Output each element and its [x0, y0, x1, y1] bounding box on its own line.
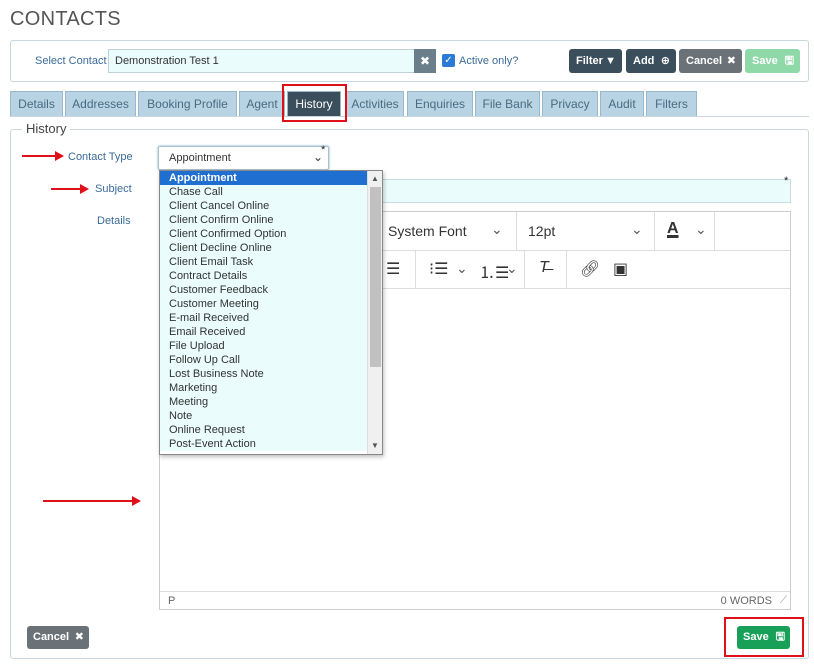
- dropdown-option[interactable]: Online Request: [160, 423, 368, 437]
- toolbar-divider: [516, 212, 517, 250]
- subject-label: Subject: [95, 183, 132, 195]
- tab-activities[interactable]: Activities: [346, 91, 404, 116]
- tab-booking-profile[interactable]: Booking Profile: [138, 91, 237, 116]
- link-icon[interactable]: 🔗︎: [580, 259, 600, 279]
- select-contact-label: Select Contact: [35, 55, 107, 67]
- dropdown-option[interactable]: File Upload: [160, 339, 368, 353]
- dropdown-option[interactable]: Client Email Task: [160, 255, 368, 269]
- chevron-down-icon: ⌄: [456, 260, 468, 276]
- close-icon: ✖: [74, 631, 84, 643]
- scroll-down-icon[interactable]: ▼: [371, 441, 379, 450]
- plus-circle-icon: ⊕: [660, 55, 670, 67]
- editor-statusbar: P 0 WORDS ⟋: [160, 591, 790, 609]
- toolbar-divider: [415, 251, 416, 289]
- dropdown-option-appointment[interactable]: Appointment: [160, 171, 368, 185]
- cancel-button-bottom[interactable]: Cancel ✖: [27, 626, 89, 649]
- arrow-details: [43, 496, 141, 506]
- dropdown-option[interactable]: Meeting: [160, 395, 368, 409]
- details-label: Details: [97, 215, 131, 227]
- history-legend: History: [22, 121, 71, 136]
- contact-type-select[interactable]: Appointment ⌄: [158, 146, 329, 170]
- font-size-select[interactable]: 12pt: [528, 223, 555, 239]
- required-marker: *: [784, 175, 789, 187]
- filter-button-label: Filter: [576, 55, 603, 67]
- chevron-down-icon: ⌄: [631, 221, 643, 237]
- arrow-subject: [51, 184, 89, 194]
- close-icon: ✖: [419, 54, 431, 68]
- filter-button[interactable]: Filter ▼: [569, 49, 622, 73]
- tab-privacy[interactable]: Privacy: [542, 91, 598, 116]
- contact-select-bar: Select Contact Demonstration Test 1 ✖ ✓ …: [10, 40, 809, 82]
- numbered-list-icon[interactable]: ⒈☰: [479, 259, 509, 283]
- dropdown-option[interactable]: Chase Call: [160, 185, 368, 199]
- toolbar-divider: [524, 251, 525, 289]
- scrollbar-thumb[interactable]: [370, 187, 381, 367]
- tab-filters[interactable]: Filters: [646, 91, 697, 116]
- align-justify-icon[interactable]: ☰: [386, 259, 400, 279]
- toolbar-divider: [566, 251, 567, 289]
- cancel-button-label: Cancel: [686, 55, 723, 67]
- active-only-checkbox[interactable]: ✓: [442, 54, 455, 67]
- dropdown-option[interactable]: Client Decline Online: [160, 241, 368, 255]
- cancel-button-label: Cancel: [33, 631, 70, 643]
- contact-type-label: Contact Type: [68, 151, 133, 163]
- tab-underline: [10, 116, 809, 117]
- dropdown-option[interactable]: Post-Event Action: [160, 437, 368, 451]
- cancel-button[interactable]: Cancel ✖: [679, 49, 742, 73]
- save-button-highlight: [724, 617, 804, 657]
- page-title: CONTACTS: [10, 8, 121, 30]
- chevron-down-icon: ⌄: [491, 221, 503, 237]
- active-only-label: Active only?: [459, 55, 519, 67]
- dropdown-option[interactable]: Marketing: [160, 381, 368, 395]
- tab-file-bank[interactable]: File Bank: [475, 91, 540, 116]
- contact-select-input[interactable]: Demonstration Test 1: [108, 49, 415, 73]
- dropdown-option[interactable]: Follow Up Call: [160, 353, 368, 367]
- dropdown-option[interactable]: Customer Meeting: [160, 297, 368, 311]
- chevron-down-icon: ⌄: [506, 260, 518, 276]
- scroll-up-icon[interactable]: ▲: [371, 174, 379, 183]
- close-icon: ✖: [726, 55, 736, 67]
- chevron-down-icon: ⌄: [695, 221, 707, 237]
- add-button-label: Add: [633, 55, 655, 67]
- contact-type-dropdown-list[interactable]: Appointment Chase Call Client Cancel Onl…: [159, 170, 383, 455]
- dropdown-option[interactable]: Client Confirmed Option: [160, 227, 368, 241]
- dropdown-option[interactable]: Email Received: [160, 325, 368, 339]
- required-marker: *: [321, 144, 326, 156]
- dropdown-option[interactable]: E-mail Received: [160, 311, 368, 325]
- tab-agent[interactable]: Agent: [239, 91, 285, 116]
- tab-enquiries[interactable]: Enquiries: [407, 91, 473, 116]
- tab-details[interactable]: Details: [10, 91, 63, 116]
- clear-formatting-icon[interactable]: T̶: [539, 259, 549, 277]
- dropdown-option[interactable]: Customer Feedback: [160, 283, 368, 297]
- arrow-contact-type: [22, 151, 64, 161]
- text-color-icon[interactable]: A: [667, 220, 679, 238]
- history-tab-highlight: [282, 84, 347, 122]
- floppy-disk-icon: 🖫: [784, 55, 794, 67]
- contact-type-value: Appointment: [169, 152, 231, 164]
- subject-input[interactable]: [376, 179, 791, 203]
- dropdown-option[interactable]: Lost Business Note: [160, 367, 368, 381]
- bullet-list-icon[interactable]: ⁝☰: [429, 259, 448, 279]
- resize-handle-icon[interactable]: ⟋: [780, 595, 787, 606]
- save-button-top[interactable]: Save 🖫: [745, 49, 800, 73]
- font-family-select[interactable]: System Font: [388, 223, 467, 239]
- clear-contact-button[interactable]: ✖: [414, 49, 436, 73]
- dropdown-option[interactable]: Client Cancel Online: [160, 199, 368, 213]
- word-count: 0 WORDS: [720, 595, 772, 607]
- toolbar-divider: [714, 212, 715, 250]
- dropdown-scrollbar[interactable]: ▲ ▼: [367, 171, 382, 454]
- element-path[interactable]: P: [168, 595, 175, 607]
- tab-audit[interactable]: Audit: [600, 91, 644, 116]
- tab-addresses[interactable]: Addresses: [65, 91, 136, 116]
- add-button[interactable]: Add ⊕: [626, 49, 676, 73]
- filter-icon: ▼: [605, 55, 616, 67]
- dropdown-option[interactable]: Client Confirm Online: [160, 213, 368, 227]
- toolbar-divider: [654, 212, 655, 250]
- dropdown-option[interactable]: Note: [160, 409, 368, 423]
- save-button-label: Save: [752, 55, 778, 67]
- image-icon[interactable]: ▣: [613, 259, 628, 279]
- dropdown-option[interactable]: Contract Details: [160, 269, 368, 283]
